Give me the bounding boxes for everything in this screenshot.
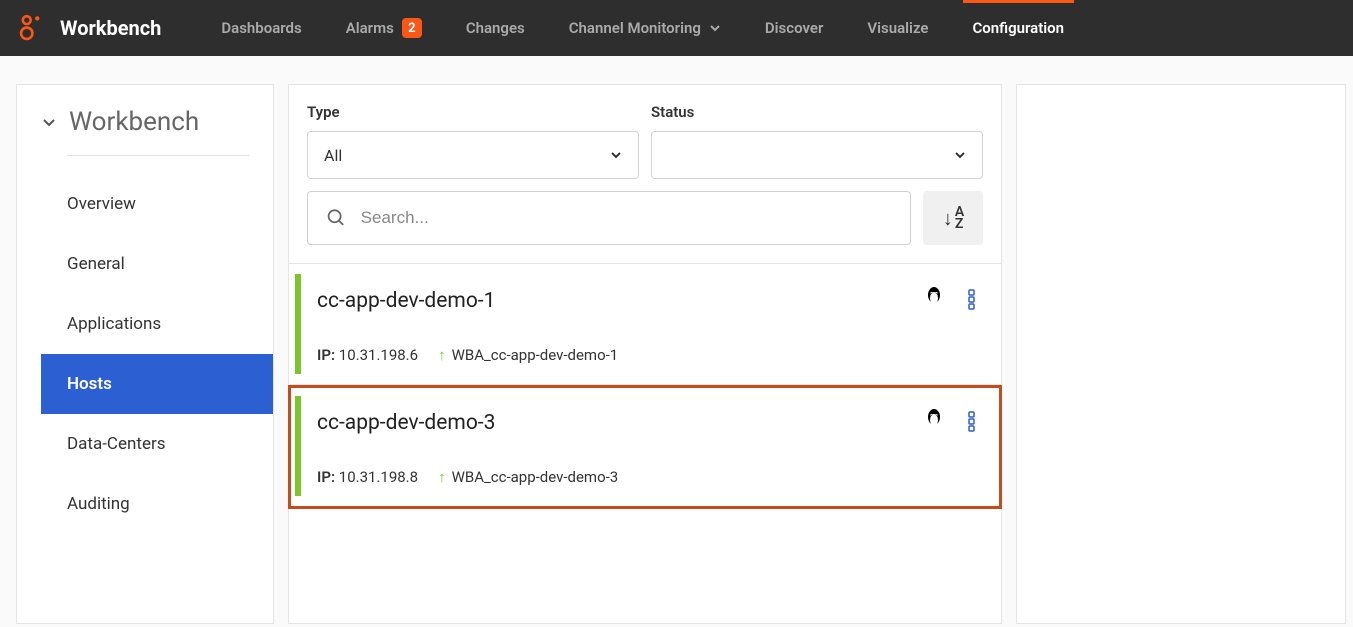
ip-label: IP: (317, 346, 335, 364)
sidebar-header[interactable]: Workbench (17, 107, 273, 147)
nav-channel-monitoring[interactable]: Channel Monitoring (547, 0, 743, 56)
wba-value: WBA_cc-app-dev-demo-3 (452, 468, 619, 486)
sidebar-item-applications[interactable]: Applications (17, 294, 273, 354)
host-wba: ↑ WBA_cc-app-dev-demo-1 (438, 346, 618, 364)
search-box[interactable] (307, 191, 911, 245)
ip-value: 10.31.198.8 (339, 468, 418, 486)
nav-label: Configuration (973, 19, 1065, 37)
sidebar-item-auditing[interactable]: Auditing (17, 474, 273, 534)
main-panel: Type All Status (288, 84, 1002, 624)
type-select[interactable]: All (307, 131, 639, 179)
sidebar-title: Workbench (69, 107, 199, 137)
detail-panel (1016, 84, 1346, 624)
brand-icon (18, 14, 46, 42)
up-arrow-icon: ↑ (438, 468, 446, 486)
filter-type-label: Type (307, 103, 639, 121)
nav-label: Discover (765, 19, 823, 37)
nav-label: Visualize (867, 19, 928, 37)
brand-name: Workbench (60, 16, 161, 40)
sidebar-item-overview[interactable]: Overview (17, 174, 273, 234)
hosts-list: cc-app-dev-demo-1 IP: 10.31.198.6 (289, 263, 1001, 508)
sort-button[interactable]: ↓ AZ (923, 191, 983, 245)
host-ip: IP: 10.31.198.6 (317, 346, 418, 364)
sidebar-item-hosts[interactable]: Hosts (41, 354, 273, 414)
host-icons (923, 408, 981, 438)
chevron-down-icon (709, 22, 721, 34)
host-name: cc-app-dev-demo-3 (317, 411, 495, 435)
top-navigation: Workbench Dashboards Alarms 2 Changes Ch… (0, 0, 1353, 56)
nav-dashboards[interactable]: Dashboards (199, 0, 323, 56)
filter-type: Type All (307, 103, 639, 179)
more-menu-icon[interactable] (963, 410, 981, 436)
filter-status: Status (651, 103, 983, 179)
sidebar-panel: Workbench Overview General Applications … (16, 84, 274, 624)
nav-alarms[interactable]: Alarms 2 (324, 0, 444, 56)
host-icons (923, 286, 981, 316)
nav-discover[interactable]: Discover (743, 0, 845, 56)
nav-label: Dashboards (221, 19, 301, 37)
chevron-down-icon (954, 149, 966, 161)
search-row: ↓ AZ (289, 179, 1001, 263)
host-ip: IP: 10.31.198.8 (317, 468, 418, 486)
sidebar-item-data-centers[interactable]: Data-Centers (17, 414, 273, 474)
alarms-badge: 2 (402, 18, 422, 38)
chevron-down-icon (41, 114, 57, 130)
host-name: cc-app-dev-demo-1 (317, 289, 495, 313)
ip-label: IP: (317, 468, 335, 486)
more-menu-icon[interactable] (963, 288, 981, 314)
status-select[interactable] (651, 131, 983, 179)
nav-label: Alarms (346, 19, 394, 37)
host-detail-row: IP: 10.31.198.8 ↑ WBA_cc-app-dev-demo-3 (317, 468, 981, 486)
sidebar-item-general[interactable]: General (17, 234, 273, 294)
search-input[interactable] (361, 208, 892, 228)
ip-value: 10.31.198.6 (339, 346, 418, 364)
search-icon (326, 207, 347, 229)
nav-items: Dashboards Alarms 2 Changes Channel Moni… (199, 0, 1335, 56)
host-header-row: cc-app-dev-demo-1 (317, 286, 981, 316)
sort-az-icon: AZ (955, 206, 963, 230)
page-body: Workbench Overview General Applications … (0, 56, 1353, 624)
filter-status-label: Status (651, 103, 983, 121)
host-card[interactable]: cc-app-dev-demo-1 IP: 10.31.198.6 (289, 264, 1001, 386)
type-select-value: All (324, 146, 342, 165)
chevron-down-icon (610, 149, 622, 161)
wba-value: WBA_cc-app-dev-demo-1 (452, 346, 619, 364)
linux-icon (923, 286, 945, 316)
nav-configuration[interactable]: Configuration (951, 0, 1087, 56)
sort-arrow-icon: ↓ (943, 206, 953, 231)
host-wba: ↑ WBA_cc-app-dev-demo-3 (438, 468, 618, 486)
brand-logo[interactable]: Workbench (18, 14, 161, 42)
filter-row: Type All Status (289, 103, 1001, 179)
nav-label: Channel Monitoring (569, 19, 701, 37)
nav-label: Changes (466, 19, 525, 37)
nav-visualize[interactable]: Visualize (845, 0, 950, 56)
host-card[interactable]: cc-app-dev-demo-3 IP: 10.31.198.8 (289, 386, 1001, 508)
host-header-row: cc-app-dev-demo-3 (317, 408, 981, 438)
up-arrow-icon: ↑ (438, 346, 446, 364)
host-detail-row: IP: 10.31.198.6 ↑ WBA_cc-app-dev-demo-1 (317, 346, 981, 364)
nav-changes[interactable]: Changes (444, 0, 547, 56)
divider (67, 155, 249, 156)
linux-icon (923, 408, 945, 438)
